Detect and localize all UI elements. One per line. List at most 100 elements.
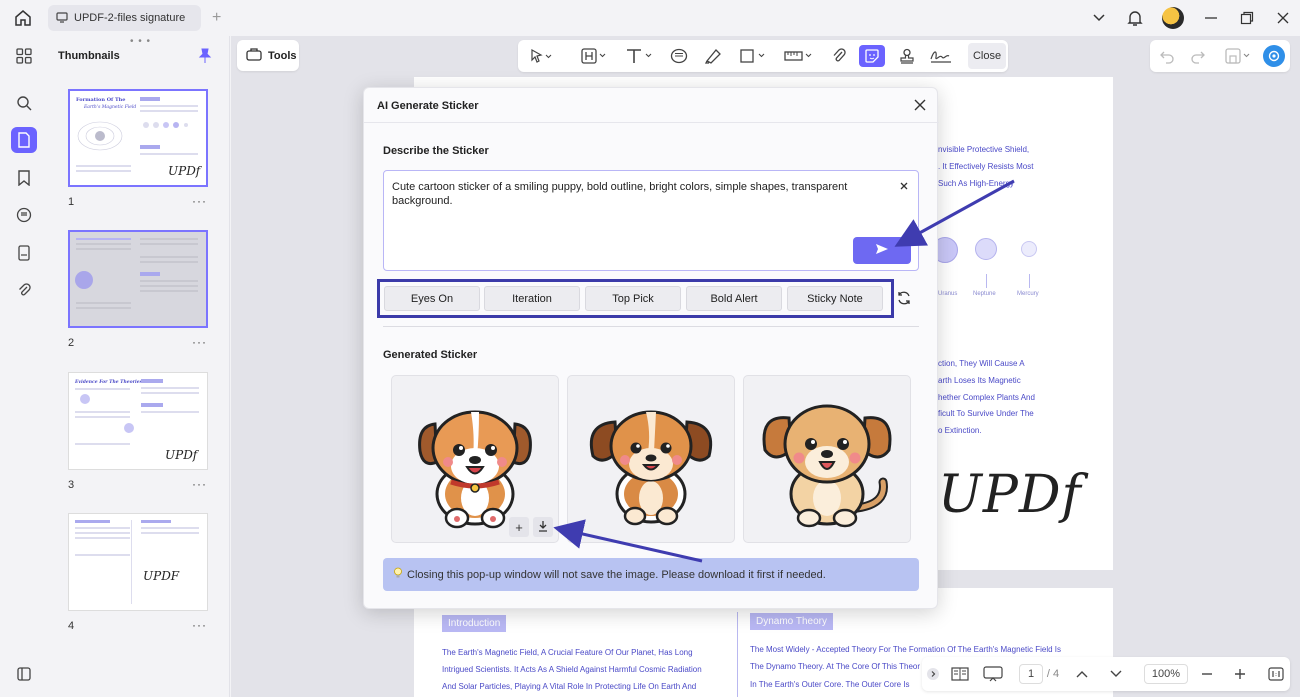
close-toolbar-button[interactable]: Close — [968, 43, 1006, 69]
thumbnail-more-button-1[interactable]: ··· — [192, 194, 207, 208]
close-window-icon[interactable] — [1274, 9, 1292, 27]
doc-line: arth Loses Its Magnetic — [938, 376, 1021, 385]
sticker-prompt-text[interactable]: Cute cartoon sticker of a smiling puppy,… — [392, 180, 882, 208]
drag-handle[interactable]: • • • — [130, 36, 151, 47]
actual-size-icon[interactable] — [1267, 664, 1285, 684]
annotation-toolbar: Close — [518, 40, 1008, 72]
page-thumbnail-3[interactable]: Evidence For The Theories UPDf — [68, 372, 208, 470]
planet-label: Uranus — [938, 291, 958, 297]
zoom-out-icon[interactable] — [1199, 664, 1215, 684]
section-heading-dynamo: Dynamo Theory — [750, 613, 833, 630]
generated-label: Generated Sticker — [383, 349, 478, 361]
thumbnails-title: Thumbnails — [58, 50, 120, 62]
attach-file-icon[interactable] — [828, 45, 850, 67]
organize-icon[interactable] — [11, 43, 37, 69]
presentation-icon[interactable] — [982, 664, 1004, 684]
style-chip-eyes-on[interactable]: Eyes On — [384, 286, 480, 311]
insert-sticker-button[interactable]: + — [509, 517, 529, 537]
sticker-tool-icon[interactable] — [859, 45, 885, 67]
planet-neptune — [975, 238, 997, 260]
thumbnail-number-3: 3 — [68, 479, 75, 491]
search-icon[interactable] — [11, 90, 37, 116]
document-icon — [56, 11, 68, 26]
style-chip-iteration[interactable]: Iteration — [484, 286, 580, 311]
download-sticker-button[interactable] — [533, 517, 553, 537]
zoom-level[interactable]: 100% — [1144, 664, 1188, 684]
doc-line: The Most Widely - Accepted Theory For Th… — [750, 645, 1061, 654]
thumb1-subheading: Earth's Magnetic Field — [83, 104, 136, 110]
close-icon[interactable] — [913, 98, 927, 112]
shape-tool-icon[interactable] — [736, 45, 770, 67]
pin-icon[interactable] — [198, 48, 212, 64]
signature-tool-icon[interactable] — [928, 45, 954, 67]
select-tool-icon[interactable] — [526, 45, 556, 67]
minimize-icon[interactable] — [1202, 9, 1220, 27]
thumbnail-more-button-2[interactable]: ··· — [192, 335, 207, 349]
toolbox-icon — [246, 47, 262, 64]
section-heading-introduction: Introduction — [442, 615, 507, 632]
sticker-actions: + — [509, 517, 553, 537]
new-tab-button[interactable]: + — [212, 9, 221, 27]
stamp-tool-icon[interactable] — [896, 45, 918, 67]
column-divider — [737, 612, 738, 697]
doc-line: And Solar Particles, Playing A Vital Rol… — [442, 682, 697, 691]
clear-prompt-icon[interactable] — [898, 180, 910, 192]
page-thumbnail-2[interactable] — [68, 230, 208, 328]
style-chip-bold-alert[interactable]: Bold Alert — [686, 286, 782, 311]
doc-line: . It Effectively Resists Most — [938, 162, 1034, 171]
chevron-down-icon[interactable] — [1090, 9, 1108, 27]
attachment-icon[interactable] — [11, 277, 37, 303]
comment-tool-icon[interactable] — [668, 45, 690, 67]
thumbnail-more-button-3[interactable]: ··· — [192, 477, 207, 491]
page-total: / 4 — [1046, 668, 1060, 680]
save-icon[interactable] — [1225, 47, 1251, 68]
redo-icon[interactable] — [1190, 48, 1206, 67]
measure-tool-icon[interactable] — [782, 45, 816, 67]
undo-icon[interactable] — [1159, 48, 1175, 67]
tools-button[interactable]: Tools — [237, 40, 299, 71]
pages-icon[interactable] — [11, 240, 37, 266]
style-chip-top-pick[interactable]: Top Pick — [585, 286, 681, 311]
restore-icon[interactable] — [1238, 9, 1256, 27]
doc-line: o Extinction. — [938, 426, 982, 435]
planet-mercury — [1021, 241, 1037, 257]
ai-generate-sticker-dialog: AI Generate Sticker Describe the Sticker… — [363, 87, 939, 609]
text-tool-icon[interactable] — [622, 45, 656, 67]
generate-send-button[interactable] — [853, 237, 911, 264]
style-chip-sticky-note[interactable]: Sticky Note — [787, 286, 883, 311]
generated-sticker-2[interactable] — [567, 375, 735, 543]
home-icon[interactable] — [12, 8, 34, 28]
previous-page-icon[interactable] — [1074, 664, 1090, 684]
layers-icon[interactable] — [11, 661, 37, 687]
bookmark-icon[interactable] — [11, 165, 37, 191]
history-toolbar — [1150, 40, 1290, 72]
page-thumbnail-4[interactable]: UPDF — [68, 513, 208, 611]
zoom-in-icon[interactable] — [1232, 664, 1248, 684]
bell-icon[interactable] — [1126, 9, 1144, 27]
page-thumbnail-1[interactable]: Formation Of The Earth's Magnetic Field … — [68, 89, 208, 187]
generated-sticker-3[interactable] — [743, 375, 911, 543]
document-tab[interactable]: UPDF-2-files signature — [48, 5, 201, 31]
divider — [383, 326, 919, 327]
doc-line: Intrigued Scientists. It Acts As A Shiel… — [442, 665, 702, 674]
doc-line: hether Complex Plants And — [938, 393, 1035, 402]
highlighter-tool-icon[interactable] — [702, 45, 724, 67]
avatar[interactable] — [1162, 7, 1184, 29]
next-page-icon[interactable] — [1108, 664, 1124, 684]
page-layout-icon[interactable] — [950, 664, 970, 684]
page-number-input[interactable]: 1 — [1019, 664, 1043, 684]
thumb3-signature: UPDf — [165, 448, 200, 462]
collapse-nav-icon[interactable] — [926, 664, 940, 684]
textbox-tool-icon[interactable] — [578, 45, 610, 67]
dialog-title: AI Generate Sticker — [377, 100, 479, 112]
title-bar: UPDF-2-files signature + — [0, 0, 1300, 36]
ai-assistant-icon[interactable] — [1263, 45, 1285, 67]
thumbnail-more-button-4[interactable]: ··· — [192, 618, 207, 632]
doc-line: nvisible Protective Shield, — [938, 145, 1030, 154]
refresh-styles-icon[interactable] — [896, 290, 912, 306]
planet-connector — [1029, 274, 1030, 288]
doc-line: The Earth's Magnetic Field, A Crucial Fe… — [442, 648, 693, 657]
sticker-prompt-field[interactable]: Cute cartoon sticker of a smiling puppy,… — [383, 170, 919, 271]
thumbnails-icon[interactable] — [11, 127, 37, 153]
comments-icon[interactable] — [11, 202, 37, 228]
